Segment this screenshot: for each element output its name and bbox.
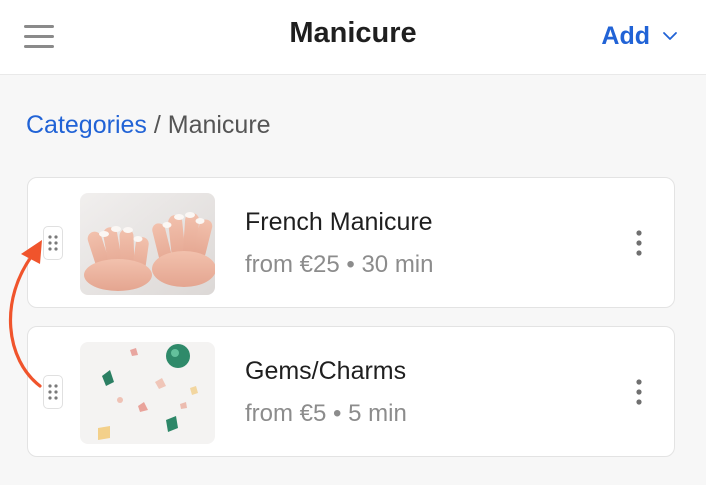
manicured-hands-photo — [80, 193, 215, 295]
breadcrumb-current: Manicure — [167, 111, 271, 139]
breadcrumb: Categories / Manicure — [26, 111, 271, 140]
hamburger-menu-icon[interactable] — [24, 24, 54, 50]
breadcrumb-categories-link[interactable]: Categories — [26, 111, 147, 139]
page-title: Manicure — [289, 17, 417, 49]
chevron-down-icon — [663, 32, 677, 40]
add-button[interactable]: Add — [601, 19, 678, 53]
drag-handle-icon[interactable] — [43, 375, 63, 409]
more-options-icon[interactable] — [630, 228, 648, 258]
add-button-label: Add — [601, 21, 650, 50]
service-price-duration: from €5 • 5 min — [245, 400, 407, 427]
app-header: Manicure Add — [0, 0, 706, 75]
nail-gems-photo — [80, 342, 215, 444]
breadcrumb-separator: / — [146, 111, 168, 139]
service-name: Gems/Charms — [245, 357, 407, 385]
service-card-gems-charms[interactable]: Gems/Charms from €5 • 5 min — [27, 326, 675, 457]
drag-handle-icon[interactable] — [43, 226, 63, 260]
more-options-icon[interactable] — [630, 377, 648, 407]
service-card-french-manicure[interactable]: French Manicure from €25 • 30 min — [27, 177, 675, 308]
service-price-duration: from €25 • 30 min — [245, 251, 434, 278]
service-name: French Manicure — [245, 208, 433, 236]
